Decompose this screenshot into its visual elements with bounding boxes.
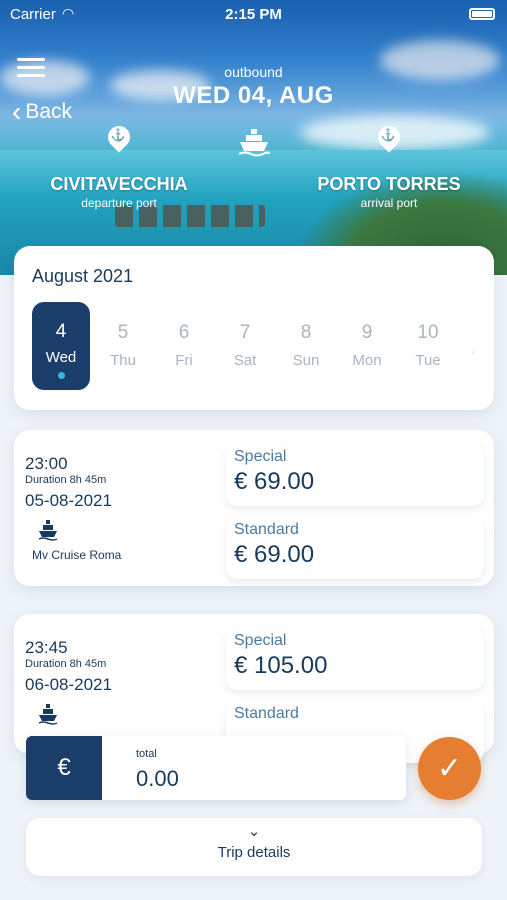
day-weekday: Thu <box>110 352 136 369</box>
departure-port-label: departure port <box>81 196 157 210</box>
calendar-day[interactable]: 10 Tue <box>399 302 457 390</box>
trip-duration: Duration 8h 45m <box>25 474 107 486</box>
ship-icon <box>237 127 271 157</box>
trip-date-title: WED 04, AUG <box>173 82 334 109</box>
fare-name: Special <box>234 448 287 465</box>
day-number: 6 <box>178 322 190 343</box>
day-weekday: Fri <box>175 352 193 369</box>
currency-euro-icon: € <box>26 736 102 800</box>
ship-icon <box>38 703 58 725</box>
trip-card[interactable]: 23:00 Duration 8h 45m 05-08-2021 Mv Crui… <box>14 430 494 586</box>
day-weekday: Sun <box>292 352 320 369</box>
day-number: 5 <box>117 322 129 343</box>
selected-dot-icon <box>57 372 65 379</box>
day-weekday: Wed <box>45 349 77 366</box>
departure-date: 05-08-2021 <box>25 491 112 510</box>
trip-details-label: Trip details <box>217 844 291 861</box>
calendar-day[interactable]: 8 Sun <box>277 302 335 390</box>
calendar-month: August 2021 <box>32 266 134 286</box>
date-selector-card: August 2021 4 Wed 5 Thu 6 Fri 7 Sat 8 Su… <box>14 246 494 410</box>
calendar-day[interactable]: 6 Fri <box>155 302 213 390</box>
departure-time: 23:45 <box>25 638 68 657</box>
departure-port-name: CIVITAVECCHIA <box>50 174 188 194</box>
calendar-overflow-indicator: ' <box>472 349 475 363</box>
day-weekday: Mon <box>352 352 382 369</box>
trip-details-button[interactable]: ⌄ Trip details <box>26 818 482 876</box>
calendar-day[interactable]: 5 Thu <box>94 302 152 390</box>
total-bar: € total 0.00 <box>26 736 406 800</box>
departure-time: 23:00 <box>25 454 68 473</box>
fare-name: Standard <box>234 521 299 538</box>
calendar-day[interactable]: 4 Wed <box>32 302 90 390</box>
departure-pin-icon <box>103 121 135 160</box>
day-number: 10 <box>417 322 439 343</box>
chevron-down-icon: ⌄ <box>247 823 261 840</box>
day-number: 9 <box>361 322 373 343</box>
day-weekday: Tue <box>415 352 441 369</box>
arrival-pin-icon <box>373 121 405 160</box>
arrival-port-label: arrival port <box>360 196 418 210</box>
total-value: 0.00 <box>136 766 179 791</box>
fare-option-special[interactable]: Special € 69.00 <box>226 444 484 506</box>
fare-name: Standard <box>234 705 299 722</box>
day-weekday: Sat <box>233 352 257 369</box>
trip-card[interactable]: 23:45 Duration 8h 45m 06-08-2021 Special… <box>14 614 494 763</box>
status-time: 2:15 PM <box>225 6 282 23</box>
vessel-name: Mv Cruise Roma <box>32 548 122 562</box>
status-bar: Carrier ◠ 2:15 PM <box>0 0 507 28</box>
fare-name: Special <box>234 632 287 649</box>
checkmark-icon: ✓ <box>436 752 463 785</box>
fare-option-standard[interactable]: Standard € 69.00 <box>226 517 484 579</box>
total-label: total <box>136 748 157 760</box>
battery-icon <box>469 8 495 20</box>
trip-direction: outbound <box>224 64 283 80</box>
fare-price: € 69.00 <box>234 541 315 568</box>
confirm-button[interactable]: ✓ <box>418 737 481 800</box>
ship-icon <box>38 519 58 541</box>
arrival-port-name: PORTO TORRES <box>317 174 461 194</box>
calendar-day[interactable]: 7 Sat <box>216 302 274 390</box>
fare-option-special[interactable]: Special € 105.00 <box>226 628 484 690</box>
day-number: 4 <box>55 321 67 342</box>
day-number: 7 <box>239 322 251 343</box>
fare-price: € 105.00 <box>234 652 328 679</box>
day-number: 8 <box>300 322 312 343</box>
fare-price: € 69.00 <box>234 468 315 495</box>
calendar-day[interactable]: 9 Mon <box>338 302 396 390</box>
departure-date: 06-08-2021 <box>25 675 112 694</box>
trip-duration: Duration 8h 45m <box>25 658 107 670</box>
